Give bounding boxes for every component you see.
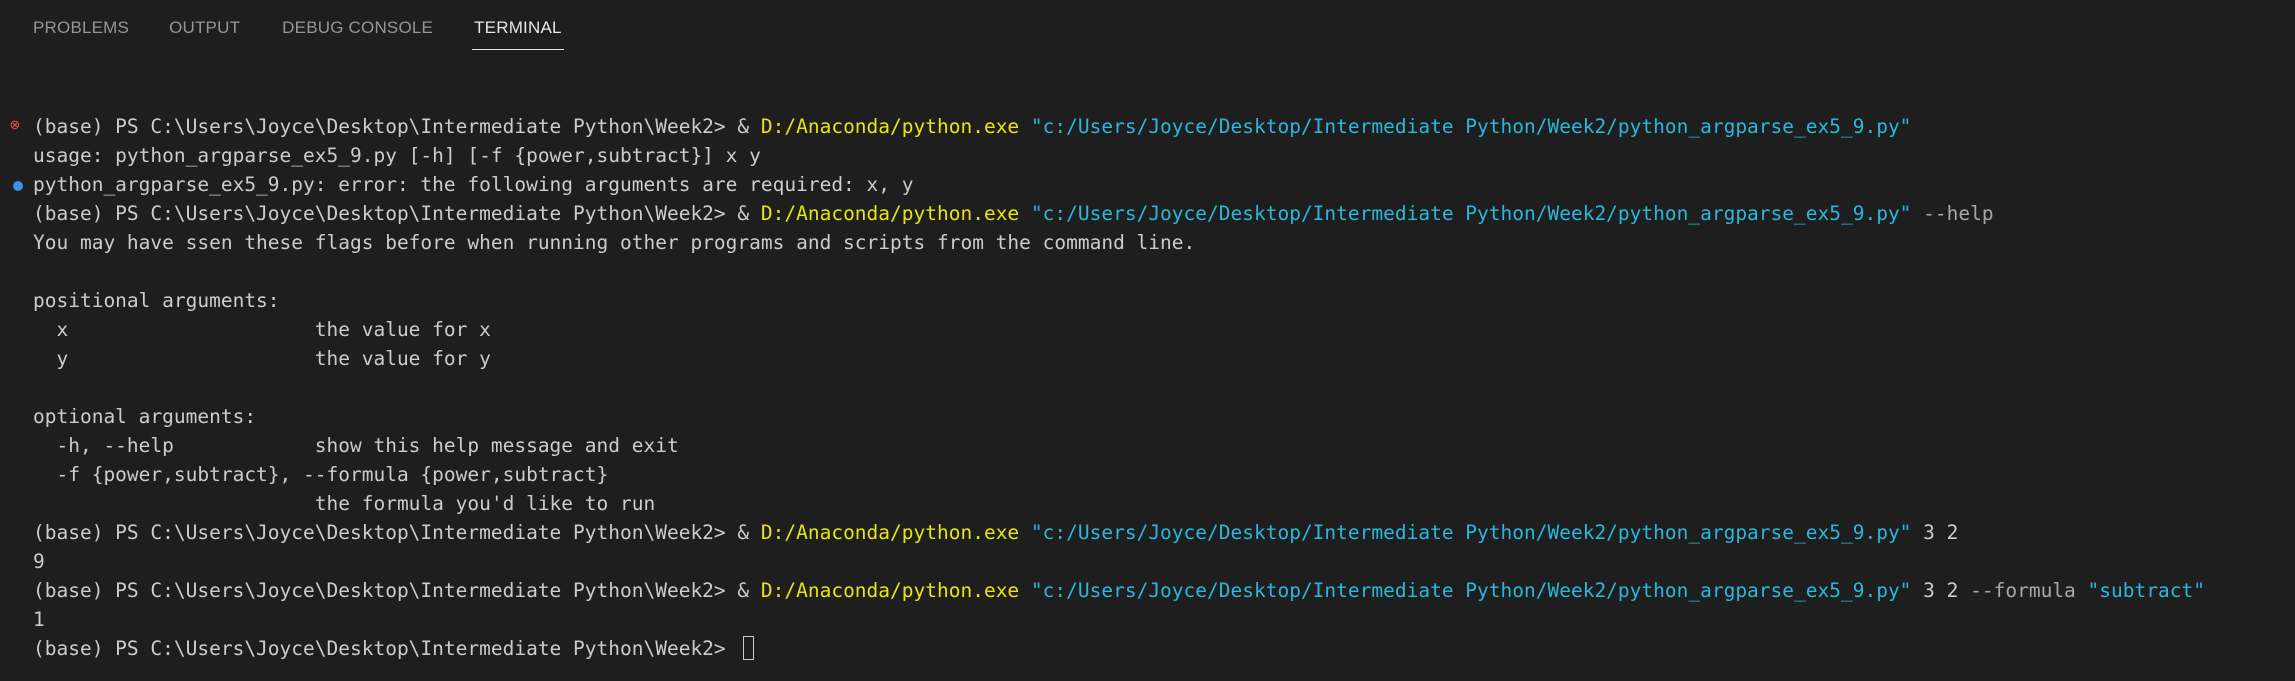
- prompt: (base) PS C:\Users\Joyce\Desktop\Interme…: [33, 115, 738, 138]
- command-args: 3 2: [1911, 579, 1971, 602]
- command-line: (base) PS C:\Users\Joyce\Desktop\Interme…: [33, 199, 1994, 228]
- ampersand: &: [737, 521, 761, 544]
- text-cursor[interactable]: [743, 636, 755, 660]
- ampersand: &: [737, 115, 761, 138]
- command-line: (base) PS C:\Users\Joyce\Desktop\Interme…: [33, 112, 1911, 141]
- positional-y: y the value for y: [33, 347, 491, 370]
- tab-debug-console[interactable]: DEBUG CONSOLE: [280, 0, 435, 49]
- tab-terminal[interactable]: TERMINAL: [472, 0, 564, 50]
- script-path: "c:/Users/Joyce/Desktop/Intermediate Pyt…: [1030, 579, 1912, 602]
- script-path: "c:/Users/Joyce/Desktop/Intermediate Pyt…: [1030, 521, 1912, 544]
- python-exe: D:/Anaconda/python.exe: [760, 521, 1020, 544]
- python-exe: D:/Anaconda/python.exe: [760, 202, 1020, 225]
- current-prompt-line[interactable]: (base) PS C:\Users\Joyce\Desktop\Interme…: [33, 634, 755, 663]
- ampersand: &: [737, 202, 761, 225]
- optional-header: optional arguments:: [33, 405, 257, 428]
- panel-tab-bar: PROBLEMS OUTPUT DEBUG CONSOLE TERMINAL: [0, 0, 2295, 54]
- x-circle-icon: ⊗: [9, 118, 21, 133]
- python-exe: D:/Anaconda/python.exe: [760, 579, 1020, 602]
- tab-output[interactable]: OUTPUT: [167, 0, 242, 49]
- usage-line: usage: python_argparse_ex5_9.py [-h] [-f…: [33, 144, 761, 167]
- terminal-output[interactable]: ⊗ (base) PS C:\Users\Joyce\Desktop\Inter…: [0, 112, 2295, 672]
- positional-header: positional arguments:: [33, 289, 280, 312]
- optional-help: -h, --help show this help message and ex…: [33, 434, 679, 457]
- tab-problems[interactable]: PROBLEMS: [31, 0, 131, 49]
- result-line: 1: [33, 608, 45, 631]
- dot-icon: [13, 181, 23, 191]
- script-path: "c:/Users/Joyce/Desktop/Intermediate Pyt…: [1030, 202, 1912, 225]
- error-line: python_argparse_ex5_9.py: error: the fol…: [33, 173, 914, 196]
- prompt: (base) PS C:\Users\Joyce\Desktop\Interme…: [33, 202, 738, 225]
- ampersand: &: [737, 579, 761, 602]
- formula-flag: --formula: [1970, 579, 2088, 602]
- positional-x: x the value for x: [33, 318, 491, 341]
- prompt: (base) PS C:\Users\Joyce\Desktop\Interme…: [33, 637, 738, 660]
- prompt: (base) PS C:\Users\Joyce\Desktop\Interme…: [33, 521, 738, 544]
- python-exe: D:/Anaconda/python.exe: [760, 115, 1020, 138]
- command-args: --help: [1911, 202, 1994, 225]
- command-line: (base) PS C:\Users\Joyce\Desktop\Interme…: [33, 518, 1958, 547]
- command-line: (base) PS C:\Users\Joyce\Desktop\Interme…: [33, 576, 2205, 605]
- script-path: "c:/Users/Joyce/Desktop/Intermediate Pyt…: [1030, 115, 1912, 138]
- result-line: 9: [33, 550, 45, 573]
- description-line: You may have ssen these flags before whe…: [33, 231, 1196, 254]
- optional-formula-desc: the formula you'd like to run: [33, 492, 656, 515]
- optional-formula: -f {power,subtract}, --formula {power,su…: [33, 463, 609, 486]
- prompt: (base) PS C:\Users\Joyce\Desktop\Interme…: [33, 579, 738, 602]
- command-args: 3 2: [1911, 521, 1959, 544]
- formula-value: "subtract": [2087, 579, 2205, 602]
